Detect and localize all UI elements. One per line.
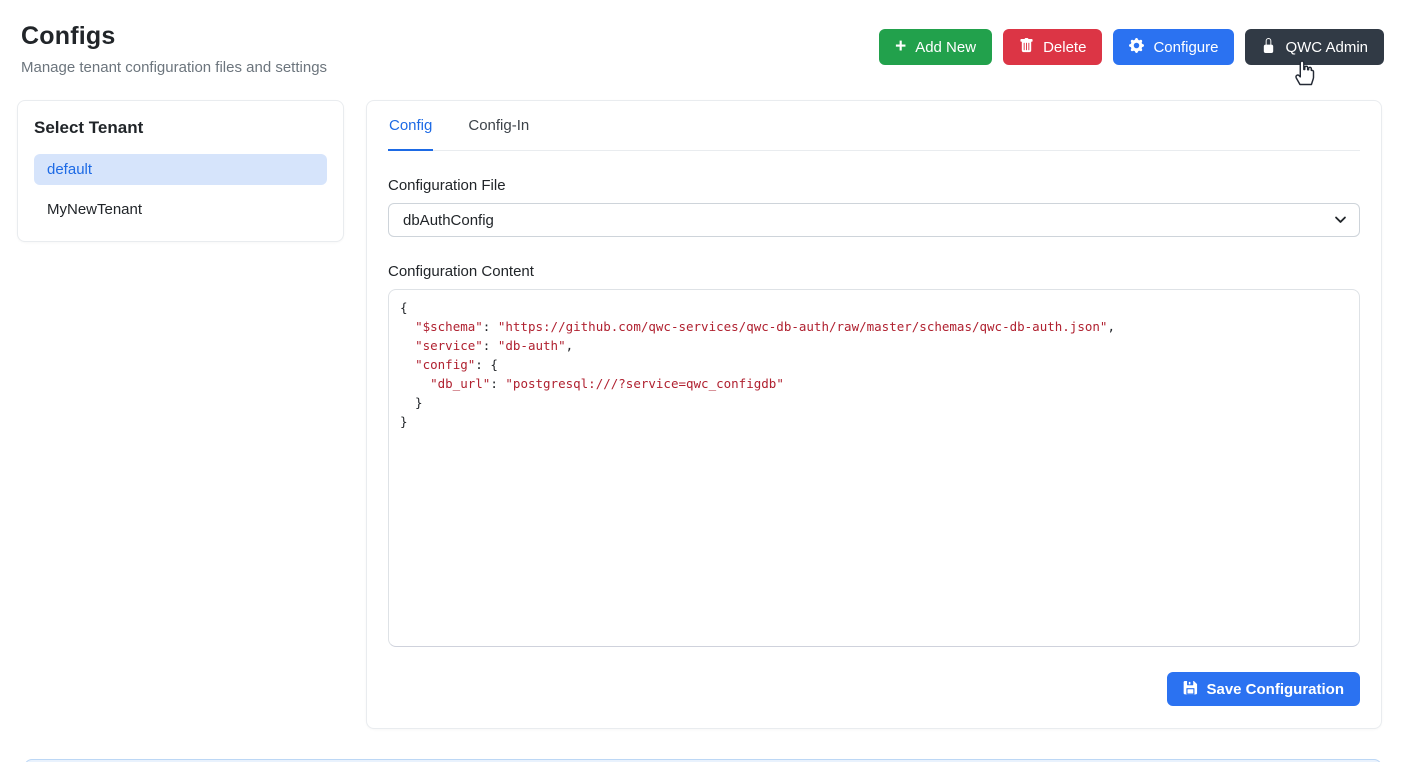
tab-config-in[interactable]: Config-In — [467, 114, 530, 151]
configure-button-label: Configure — [1153, 39, 1218, 56]
content-area: Select Tenant default MyNewTenant Config … — [0, 76, 1409, 729]
save-configuration-button-label: Save Configuration — [1206, 681, 1344, 698]
config-content-label: Configuration Content — [388, 263, 1360, 280]
add-new-button[interactable]: + Add New — [879, 29, 992, 65]
gear-icon — [1129, 38, 1144, 57]
config-file-select-wrap: dbAuthConfig — [388, 203, 1360, 237]
save-configuration-button[interactable]: Save Configuration — [1167, 672, 1360, 706]
config-file-select[interactable]: dbAuthConfig — [388, 203, 1360, 237]
add-new-button-label: Add New — [915, 39, 976, 56]
configs-page: Configs Manage tenant configuration file… — [0, 0, 1409, 762]
tab-bar: Config Config-In — [388, 101, 1360, 151]
tenant-card-title: Select Tenant — [34, 118, 327, 138]
page-subtitle: Manage tenant configuration files and se… — [21, 59, 327, 76]
config-file-label: Configuration File — [388, 177, 1360, 194]
trash-icon — [1019, 38, 1034, 57]
save-icon — [1183, 680, 1198, 699]
save-row: Save Configuration — [388, 672, 1360, 706]
delete-button-label: Delete — [1043, 39, 1086, 56]
tenant-card: Select Tenant default MyNewTenant — [17, 100, 344, 242]
page-header: Configs Manage tenant configuration file… — [0, 0, 1409, 76]
plus-icon: + — [895, 37, 906, 56]
qwc-admin-button-label: QWC Admin — [1285, 39, 1368, 56]
tenant-list: default MyNewTenant — [34, 154, 327, 225]
tenant-item-MyNewTenant[interactable]: MyNewTenant — [34, 194, 327, 225]
delete-button[interactable]: Delete — [1003, 29, 1102, 65]
page-title: Configs — [21, 22, 327, 51]
qwc-admin-button[interactable]: QWC Admin — [1245, 29, 1384, 65]
config-content-editor[interactable]: { "$schema": "https://github.com/qwc-ser… — [388, 289, 1360, 647]
configure-button[interactable]: Configure — [1113, 29, 1234, 65]
header-actions: + Add New Delete Configure QWC Admin — [879, 29, 1384, 65]
tenant-item-default[interactable]: default — [34, 154, 327, 185]
lock-icon — [1261, 38, 1276, 57]
tab-config[interactable]: Config — [388, 114, 433, 151]
page-header-text: Configs Manage tenant configuration file… — [21, 22, 327, 76]
config-card: Config Config-In Configuration File dbAu… — [366, 100, 1382, 729]
